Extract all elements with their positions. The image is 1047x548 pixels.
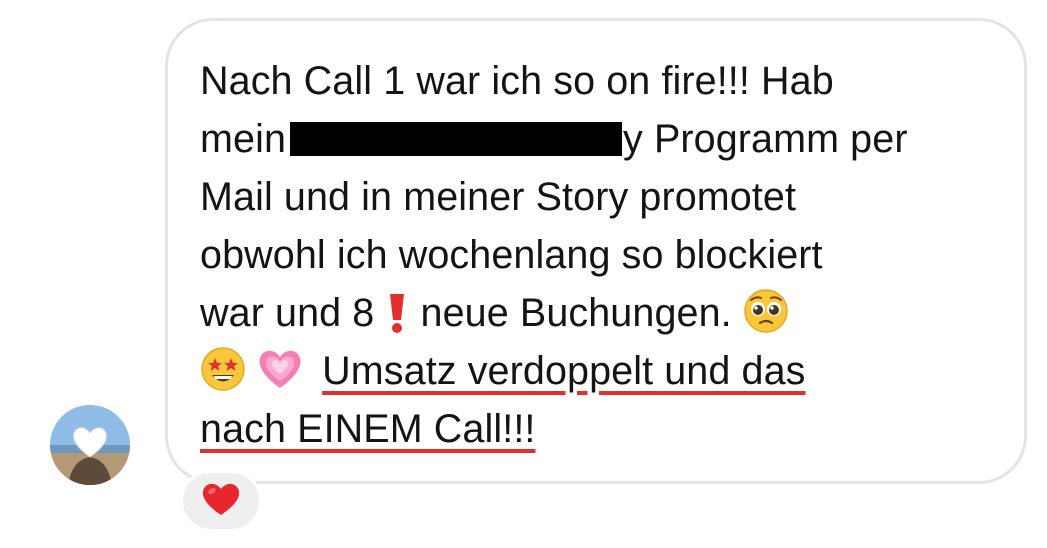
- message-line-2-end: y Programm per: [623, 117, 908, 161]
- pleading-face-icon: [743, 288, 789, 350]
- growing-heart-icon: [257, 346, 303, 408]
- underlined-text-1: Umsatz verdoppelt und das: [322, 349, 806, 393]
- message-line-4: obwohl ich wochenlang so blockiert: [200, 233, 823, 277]
- message-line-1: Nach Call 1 war ich so on fire!!! Hab: [200, 59, 834, 103]
- message-line-7: nach EINEM Call!!!: [200, 400, 1000, 458]
- message-line-5-text: war und 8: [200, 291, 375, 335]
- message-line-2-start: mein: [200, 117, 287, 161]
- heart-reaction[interactable]: [180, 470, 262, 532]
- message-line-6: Umsatz verdoppelt und das: [200, 342, 1000, 400]
- star-struck-icon: [200, 346, 246, 408]
- message-line-3: Mail und in meiner Story promotet: [200, 175, 797, 219]
- underlined-text-2: nach EINEM Call!!!: [200, 407, 536, 451]
- message-text: Nach Call 1 war ich so on fire!!! Hab me…: [200, 52, 1000, 458]
- avatar[interactable]: [50, 405, 130, 485]
- message-line-5: war und 8 neue Buchungen.: [200, 284, 1000, 342]
- heart-reaction-icon: [201, 481, 241, 522]
- message-line-5-text2: neue Buchungen.: [420, 291, 732, 335]
- redaction-bar: [290, 122, 623, 156]
- message-line-2: mein y Programm per: [200, 110, 1000, 168]
